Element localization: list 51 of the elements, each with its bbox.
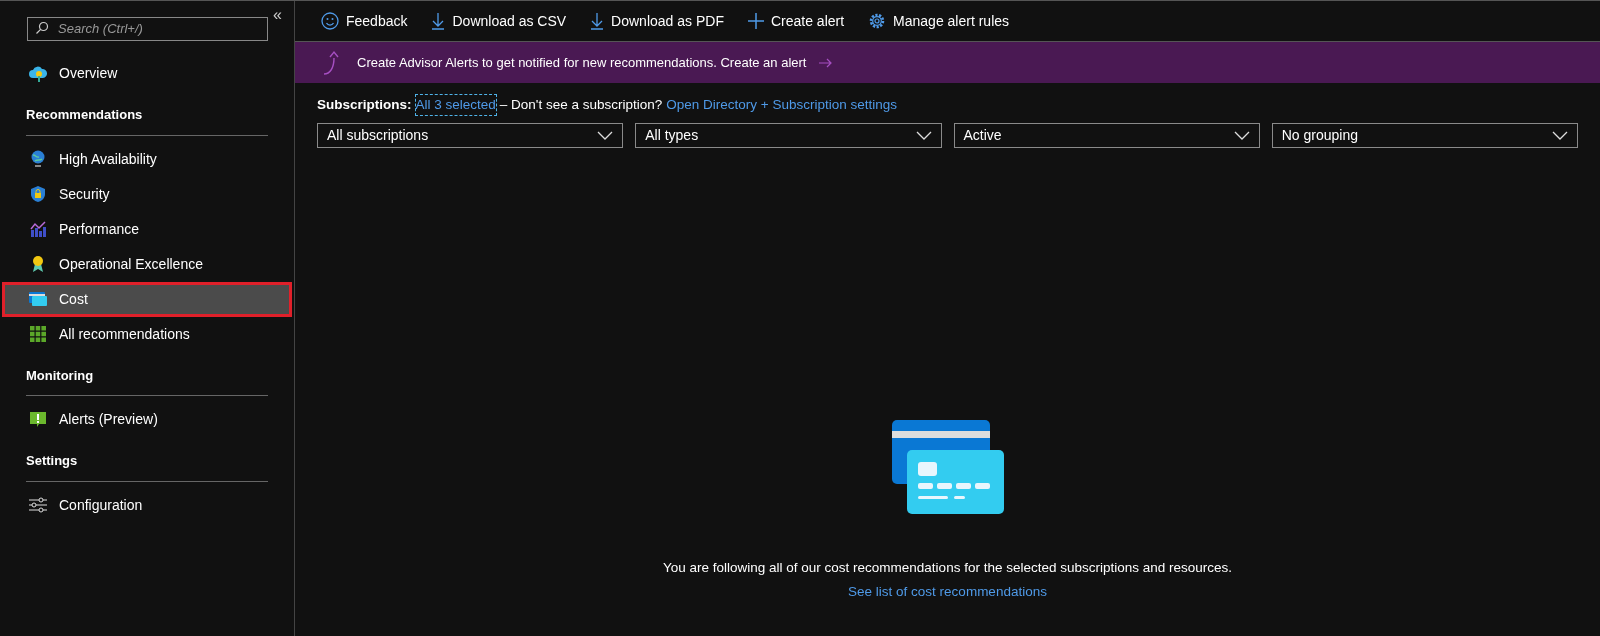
empty-state-message: You are following all of our cost recommendations for the selected subscriptions and resources.: [662, 559, 1233, 578]
ribbon-icon: [32, 255, 44, 273]
toolbar-button[interactable]: Feedback: [321, 10, 408, 32]
cost-recommendations-link[interactable]: See list of cost recommendations: [848, 581, 1047, 602]
smiley-icon: [321, 12, 339, 30]
toolbar-button[interactable]: Download as PDF: [590, 10, 724, 32]
filter-dropdown[interactable]: All subscriptions: [317, 123, 624, 149]
shield-icon: [30, 185, 46, 203]
credit-card-icon: [29, 292, 47, 306]
sidebar-item[interactable]: Alerts (Preview): [2, 402, 292, 437]
sidebar-item[interactable]: Configuration: [2, 487, 292, 523]
chevron-down-icon: [597, 131, 614, 141]
filter-dropdown[interactable]: No grouping: [1271, 123, 1578, 149]
sliders-icon: [29, 497, 47, 513]
grid-icon: [30, 326, 46, 342]
chevron-down-icon: [915, 131, 932, 141]
banner-text: Create Advisor Alerts to get notified for new recommendations. Create an alert: [357, 53, 807, 72]
sidebar-item[interactable]: High Availability: [2, 141, 292, 177]
subscriptions-label: Subscriptions:: [317, 96, 412, 114]
globe-icon: [30, 150, 46, 168]
sidebar-item[interactable]: Overview: [2, 56, 292, 91]
search-icon: [35, 21, 49, 35]
cloud-icon: [29, 64, 47, 83]
settings-link[interactable]: Open Directory + Subscription settings: [666, 95, 897, 116]
chevron-down-icon: [1233, 131, 1250, 141]
plus-icon: [747, 13, 764, 29]
settings-icon: [868, 12, 887, 30]
download-icon: [590, 12, 605, 30]
subscription-hint: – Don't see a subscription?: [499, 96, 663, 114]
toolbar-button[interactable]: Manage alert rules: [868, 10, 1010, 32]
toolbar-button[interactable]: Download as CSV: [431, 10, 567, 32]
arrow-right-icon: [818, 57, 833, 68]
credit-cards-icon: [891, 420, 1004, 515]
sidebar-item[interactable]: Operational Excellence: [2, 246, 292, 282]
sidebar-item[interactable]: Performance: [2, 211, 292, 247]
sidebar-item[interactable]: Cost: [2, 281, 292, 317]
filter-dropdown[interactable]: Active: [953, 123, 1260, 149]
chart-icon: [29, 221, 47, 237]
section-header: Monitoring: [26, 365, 268, 396]
download-icon: [431, 12, 446, 30]
collapse-button[interactable]: «: [273, 3, 282, 27]
filter-dropdown[interactable]: All types: [635, 123, 942, 149]
alert-icon: [30, 411, 46, 428]
section-header: Settings: [26, 451, 268, 482]
sidebar-item[interactable]: All recommendations: [2, 316, 292, 352]
selection-link[interactable]: All 3 selected: [415, 95, 496, 116]
toolbar-button[interactable]: Create alert: [747, 10, 845, 32]
chevron-down-icon: [1552, 131, 1568, 141]
section-header: Recommendations: [26, 105, 268, 136]
search-field[interactable]: Search (Ctrl+/): [27, 16, 268, 41]
sidebar-item[interactable]: Security: [2, 176, 292, 212]
